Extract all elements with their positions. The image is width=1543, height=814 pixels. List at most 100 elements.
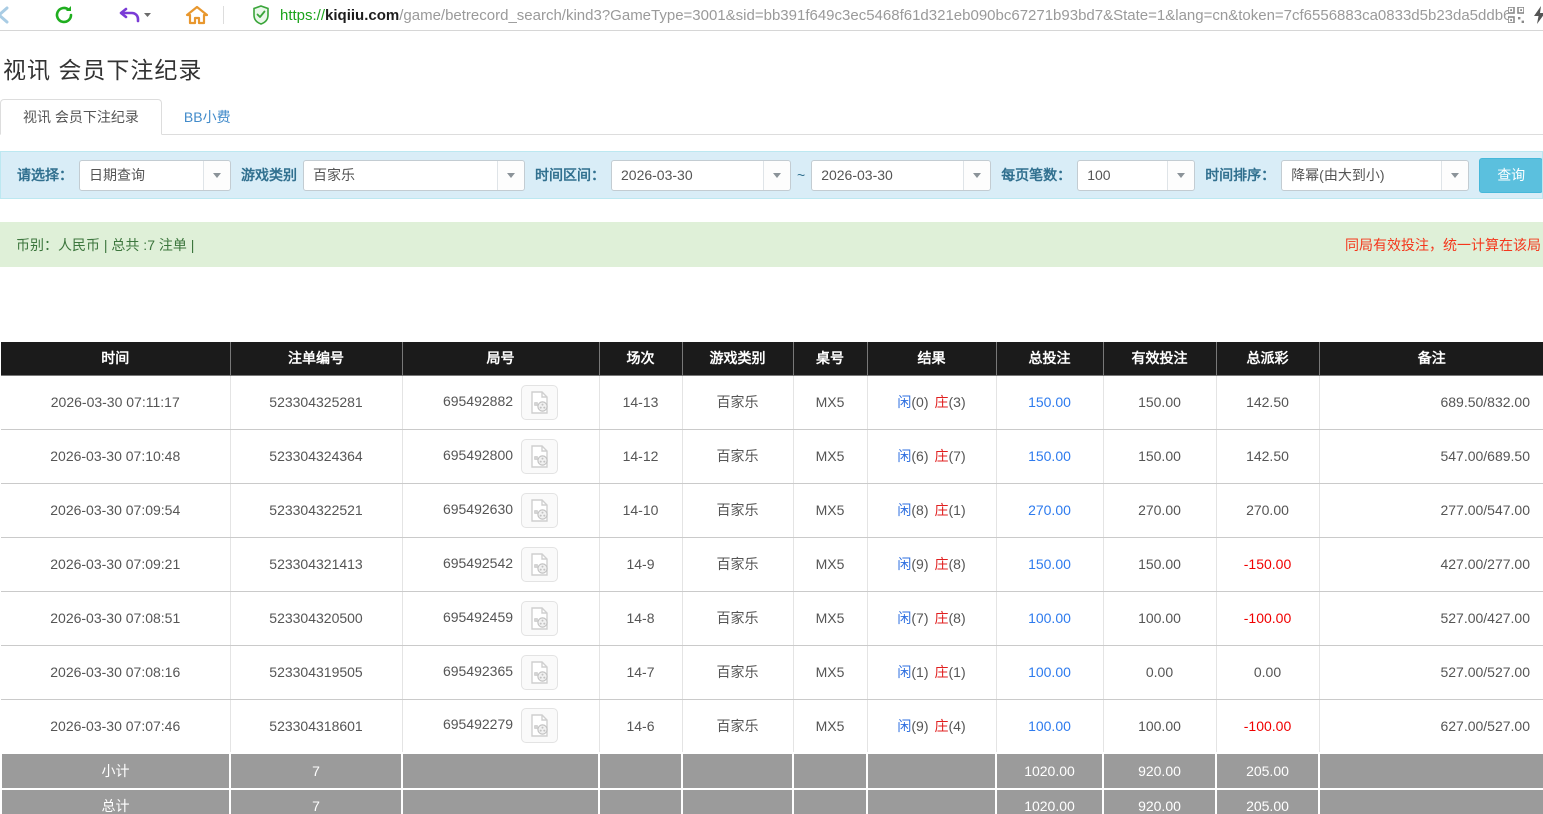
- result-player: 闲: [897, 664, 911, 680]
- subtotal-label: 小计: [1, 753, 230, 789]
- cell-bet-id: 523304318601: [230, 699, 402, 753]
- cell-game: 百家乐: [682, 645, 793, 699]
- chevron-down-icon[interactable]: [1167, 161, 1194, 190]
- video-replay-button[interactable]: [521, 708, 558, 743]
- cell-bet-id: 523304324364: [230, 429, 402, 483]
- url-scheme: https://: [280, 7, 325, 24]
- site-security-shield-icon[interactable]: [252, 0, 270, 31]
- cell-game: 百家乐: [682, 699, 793, 753]
- cell-round: 695492459: [402, 591, 599, 645]
- qr-code-icon[interactable]: [1508, 0, 1524, 31]
- query-type-select[interactable]: 日期查询: [79, 160, 231, 191]
- chevron-down-icon[interactable]: [763, 161, 790, 190]
- summary-info-bar: 币别：人民币 | 总共 :7 注单 | 同局有效投注，统一计算在该局: [0, 222, 1543, 267]
- subtotal-total-bet: 1020.00: [996, 753, 1103, 789]
- video-replay-button[interactable]: [521, 601, 558, 636]
- cell-round: 695492882: [402, 375, 599, 429]
- col-header-result: 结果: [867, 342, 996, 375]
- subtotal-count: 7: [230, 753, 402, 789]
- chevron-down-icon[interactable]: [1441, 161, 1468, 190]
- cell-remark: 547.00/689.50: [1319, 429, 1543, 483]
- search-button[interactable]: 查询: [1479, 158, 1543, 193]
- total-valid-bet: 920.00: [1103, 789, 1216, 814]
- cell-payout: -100.00: [1216, 699, 1319, 753]
- cell-valid-bet: 150.00: [1103, 429, 1216, 483]
- table-row: 2026-03-30 07:09:54 523304322521 6954926…: [1, 483, 1543, 537]
- chevron-down-icon[interactable]: [203, 161, 230, 190]
- tab-bb-tips[interactable]: BB小费: [162, 100, 253, 134]
- cell-result: 闲(8)庄(1): [867, 483, 996, 537]
- back-icon[interactable]: [0, 0, 15, 31]
- cell-total-bet[interactable]: 150.00: [996, 375, 1103, 429]
- page-title: 视讯 会员下注纪录: [3, 51, 1543, 85]
- video-replay-button[interactable]: [521, 385, 558, 420]
- undo-icon[interactable]: [117, 0, 151, 31]
- cell-session: 14-8: [599, 591, 682, 645]
- total-row: 总计 7 1020.00 920.00 205.00: [1, 789, 1543, 814]
- video-replay-button[interactable]: [521, 493, 558, 528]
- cell-time: 2026-03-30 07:09:21: [1, 537, 230, 591]
- cell-session: 14-10: [599, 483, 682, 537]
- tab-bar: 视讯 会员下注纪录 BB小费: [0, 100, 1543, 135]
- cell-table-no: MX5: [793, 483, 867, 537]
- cell-payout: 270.00: [1216, 483, 1319, 537]
- table-body: 2026-03-30 07:11:17 523304325281 6954928…: [1, 375, 1543, 753]
- round-number: 695492459: [443, 609, 513, 625]
- cell-total-bet[interactable]: 100.00: [996, 591, 1103, 645]
- cell-remark: 427.00/277.00: [1319, 537, 1543, 591]
- cell-total-bet[interactable]: 150.00: [996, 429, 1103, 483]
- result-player: 闲: [897, 502, 911, 518]
- col-header-game: 游戏类别: [682, 342, 793, 375]
- chevron-down-icon[interactable]: [497, 161, 524, 190]
- cell-payout: -100.00: [1216, 591, 1319, 645]
- result-banker: 庄: [935, 502, 949, 518]
- round-number: 695492542: [443, 555, 513, 571]
- cell-session: 14-9: [599, 537, 682, 591]
- cell-payout: 0.00: [1216, 645, 1319, 699]
- tab-bet-records[interactable]: 视讯 会员下注纪录: [0, 99, 162, 135]
- chevron-down-icon[interactable]: [963, 161, 990, 190]
- cell-total-bet[interactable]: 270.00: [996, 483, 1103, 537]
- date-from-select[interactable]: 2026-03-30: [611, 160, 791, 191]
- cell-total-bet[interactable]: 150.00: [996, 537, 1103, 591]
- cell-result: 闲(9)庄(8): [867, 537, 996, 591]
- cell-time: 2026-03-30 07:09:54: [1, 483, 230, 537]
- video-replay-button[interactable]: [521, 655, 558, 690]
- cell-remark: 277.00/547.00: [1319, 483, 1543, 537]
- cell-time: 2026-03-30 07:08:16: [1, 645, 230, 699]
- table-row: 2026-03-30 07:11:17 523304325281 6954928…: [1, 375, 1543, 429]
- cell-result: 闲(6)庄(7): [867, 429, 996, 483]
- cell-time: 2026-03-30 07:11:17: [1, 375, 230, 429]
- subtotal-row: 小计 7 1020.00 920.00 205.00: [1, 753, 1543, 789]
- lightning-icon[interactable]: [1532, 0, 1543, 31]
- date-range-separator: ~: [797, 167, 805, 183]
- cell-remark: 689.50/832.00: [1319, 375, 1543, 429]
- filter-bar: 请选择： 日期查询 游戏类别 百家乐 时间区间： 2026-03-30 ~ 20…: [0, 151, 1543, 199]
- home-icon[interactable]: [185, 0, 209, 31]
- cell-total-bet[interactable]: 100.00: [996, 699, 1103, 753]
- address-bar[interactable]: https://kiqiiu.com/game/betrecord_search…: [280, 7, 1508, 24]
- cell-total-bet[interactable]: 100.00: [996, 645, 1103, 699]
- video-replay-button[interactable]: [521, 547, 558, 582]
- cell-payout: 142.50: [1216, 375, 1319, 429]
- time-sort-select[interactable]: 降幂(由大到小): [1281, 160, 1469, 191]
- url-path: /game/betrecord_search/kind3?GameType=30…: [399, 7, 1508, 24]
- total-total-bet: 1020.00: [996, 789, 1103, 814]
- page-size-select[interactable]: 100: [1077, 160, 1195, 191]
- video-replay-button[interactable]: [521, 439, 558, 474]
- date-to-select[interactable]: 2026-03-30: [811, 160, 991, 191]
- col-header-remark: 备注: [1319, 342, 1543, 375]
- cell-table-no: MX5: [793, 591, 867, 645]
- cell-round: 695492800: [402, 429, 599, 483]
- cell-valid-bet: 100.00: [1103, 699, 1216, 753]
- result-banker: 庄: [935, 556, 949, 572]
- refresh-icon[interactable]: [53, 0, 75, 31]
- cell-table-no: MX5: [793, 429, 867, 483]
- cell-remark: 527.00/427.00: [1319, 591, 1543, 645]
- result-player: 闲: [897, 610, 911, 626]
- total-payout: 205.00: [1216, 789, 1319, 814]
- cell-result: 闲(7)庄(8): [867, 591, 996, 645]
- cell-table-no: MX5: [793, 537, 867, 591]
- game-category-select[interactable]: 百家乐: [303, 160, 525, 191]
- page-size-label: 每页笔数：: [1001, 165, 1071, 185]
